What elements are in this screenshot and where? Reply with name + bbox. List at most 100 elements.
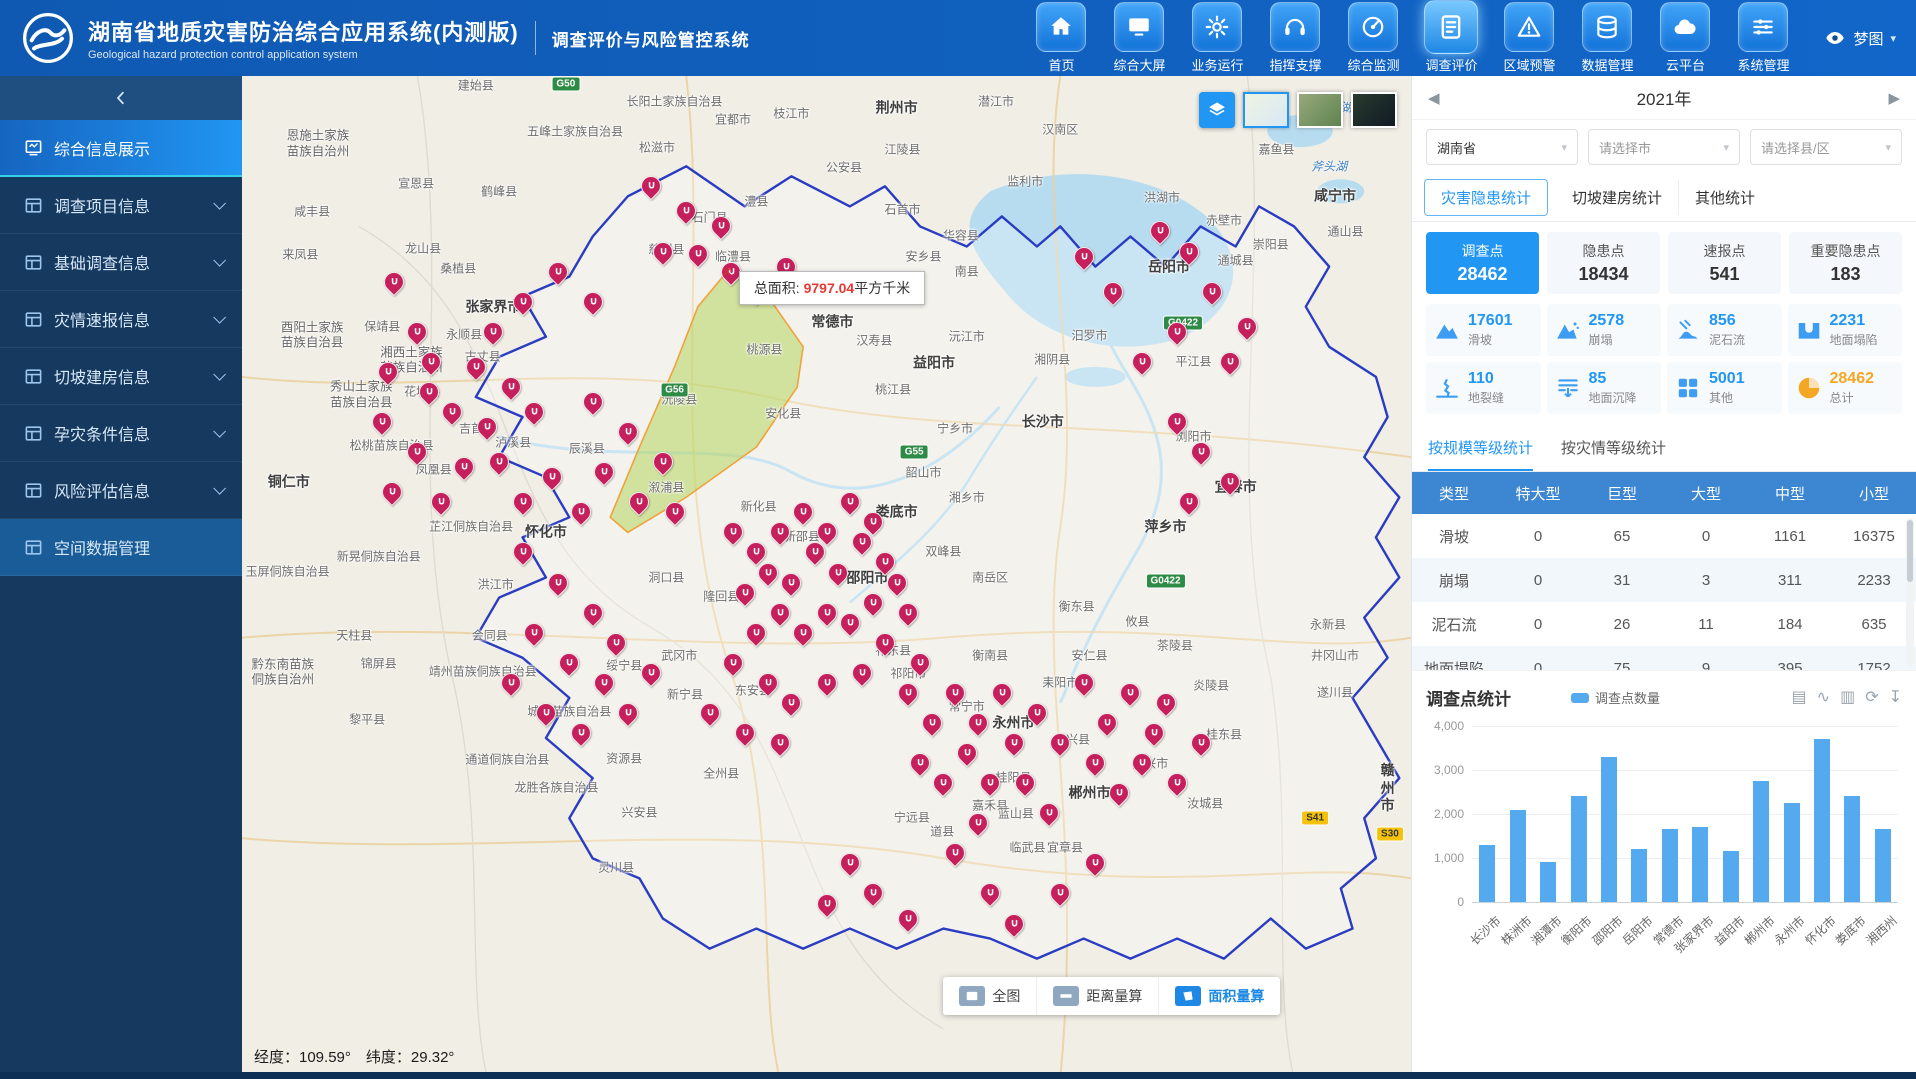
sidebar-item[interactable]: 综合信息展示 — [0, 120, 242, 177]
hazard-marker[interactable]: ∪ — [1097, 713, 1117, 733]
hazard-marker[interactable]: ∪ — [957, 743, 977, 763]
sidebar-item[interactable]: 孕灾条件信息 — [0, 405, 242, 462]
hazard-marker[interactable]: ∪ — [711, 216, 731, 236]
data-view-icon[interactable]: ▤ — [1792, 690, 1807, 706]
nav-home[interactable]: 首页 — [1026, 2, 1096, 74]
hazard-marker[interactable]: ∪ — [781, 693, 801, 713]
hazard-marker[interactable]: ∪ — [805, 542, 825, 562]
hazard-marker[interactable]: ∪ — [770, 733, 790, 753]
hazard-marker[interactable]: ∪ — [594, 673, 614, 693]
hazard-marker[interactable]: ∪ — [910, 753, 930, 773]
sidebar-item[interactable]: 切坡建房信息 — [0, 348, 242, 405]
hazard-marker[interactable]: ∪ — [723, 653, 743, 673]
hazard-marker[interactable]: ∪ — [384, 272, 404, 292]
hazard-marker[interactable]: ∪ — [542, 467, 562, 487]
map-tool-fullmap[interactable]: 全图 — [943, 977, 1037, 1015]
hazard-marker[interactable]: ∪ — [688, 244, 708, 264]
nav-gear[interactable]: 业务运行 — [1182, 2, 1252, 74]
prev-year-button[interactable]: ◀ — [1428, 89, 1440, 107]
hazard-marker[interactable]: ∪ — [1179, 242, 1199, 262]
hazard-marker[interactable]: ∪ — [1179, 492, 1199, 512]
hazard-marker[interactable]: ∪ — [454, 457, 474, 477]
hazard-marker[interactable]: ∪ — [641, 663, 661, 683]
hazard-marker[interactable]: ∪ — [1132, 352, 1152, 372]
hazard-marker[interactable]: ∪ — [513, 542, 533, 562]
nav-database[interactable]: 数据管理 — [1572, 2, 1642, 74]
hazard-marker[interactable]: ∪ — [407, 322, 427, 342]
next-year-button[interactable]: ▶ — [1888, 89, 1900, 107]
hazard-marker[interactable]: ∪ — [571, 502, 591, 522]
nav-radar[interactable]: 综合监测 — [1338, 2, 1408, 74]
hazard-marker[interactable]: ∪ — [583, 292, 603, 312]
hazard-marker[interactable]: ∪ — [419, 382, 439, 402]
hazard-marker[interactable]: ∪ — [1109, 783, 1129, 803]
hazard-marker[interactable]: ∪ — [746, 542, 766, 562]
stat-card[interactable]: 速报点541 — [1668, 232, 1781, 294]
hazard-marker[interactable]: ∪ — [513, 292, 533, 312]
hazard-marker[interactable]: ∪ — [1027, 703, 1047, 723]
hazard-marker[interactable]: ∪ — [421, 352, 441, 372]
map-canvas[interactable]: 建始县长阳土家族自治县宜都市枝江市荆州市潜江市汉南区五峰土家族自治县松滋市公安县… — [242, 76, 1411, 1079]
hazard-marker[interactable]: ∪ — [852, 663, 872, 683]
nav-screen[interactable]: 综合大屏 — [1104, 2, 1174, 74]
hazard-marker[interactable]: ∪ — [1144, 723, 1164, 743]
hazard-marker[interactable]: ∪ — [852, 532, 872, 552]
hazard-marker[interactable]: ∪ — [968, 713, 988, 733]
hazard-marker[interactable]: ∪ — [817, 673, 837, 693]
hazard-marker[interactable]: ∪ — [1150, 221, 1170, 241]
hazard-marker[interactable]: ∪ — [898, 683, 918, 703]
hazard-marker[interactable]: ∪ — [700, 703, 720, 723]
nav-alert[interactable]: 区域预警 — [1494, 2, 1564, 74]
hazard-marker[interactable]: ∪ — [945, 683, 965, 703]
refresh-icon[interactable]: ⟳ — [1865, 690, 1878, 706]
hazard-marker[interactable]: ∪ — [1220, 472, 1240, 492]
hazard-marker[interactable]: ∪ — [793, 502, 813, 522]
hazard-marker[interactable]: ∪ — [863, 883, 883, 903]
map-tool-area[interactable]: 面积量算 — [1159, 977, 1280, 1015]
hazard-marker[interactable]: ∪ — [1120, 683, 1140, 703]
stat-card[interactable]: 调查点28462 — [1426, 232, 1539, 294]
hazard-marker[interactable]: ∪ — [1015, 773, 1035, 793]
user-menu[interactable]: 梦图 ▾ — [1824, 27, 1896, 49]
region-select-1[interactable]: 请选择市▾ — [1588, 129, 1740, 165]
hazard-marker[interactable]: ∪ — [653, 452, 673, 472]
basemap-thumb-vector[interactable] — [1243, 92, 1289, 128]
stat-tab[interactable]: 切坡建房统计 — [1556, 180, 1679, 215]
hazard-marker[interactable]: ∪ — [629, 492, 649, 512]
sidebar-item[interactable]: 空间数据管理 — [0, 519, 242, 576]
sidebar-item[interactable]: 调查项目信息 — [0, 177, 242, 234]
hazard-marker[interactable]: ∪ — [594, 462, 614, 482]
hazard-marker[interactable]: ∪ — [922, 713, 942, 733]
stat-tab[interactable]: 其他统计 — [1679, 180, 1771, 215]
hazard-marker[interactable]: ∪ — [735, 583, 755, 603]
hazard-marker[interactable]: ∪ — [980, 883, 1000, 903]
hazard-marker[interactable]: ∪ — [606, 633, 626, 653]
hazard-marker[interactable]: ∪ — [431, 492, 451, 512]
layers-button[interactable] — [1199, 92, 1235, 128]
hazard-marker[interactable]: ∪ — [442, 402, 462, 422]
level-tab[interactable]: 按规模等级统计 — [1428, 426, 1533, 471]
nav-headset[interactable]: 指挥支撑 — [1260, 2, 1330, 74]
hazard-marker[interactable]: ∪ — [524, 623, 544, 643]
hazard-marker[interactable]: ∪ — [1220, 352, 1240, 372]
nav-system[interactable]: 系统管理 — [1728, 2, 1798, 74]
stat-card[interactable]: 隐患点18434 — [1547, 232, 1660, 294]
hazard-marker[interactable]: ∪ — [770, 603, 790, 623]
hazard-marker[interactable]: ∪ — [641, 176, 661, 196]
nav-survey[interactable]: 调查评价 — [1416, 2, 1486, 74]
nav-cloud[interactable]: 云平台 — [1650, 2, 1720, 74]
hazard-marker[interactable]: ∪ — [1167, 412, 1187, 432]
hazard-marker[interactable]: ∪ — [536, 703, 556, 723]
sidebar-item[interactable]: 灾情速报信息 — [0, 291, 242, 348]
hazard-marker[interactable]: ∪ — [945, 843, 965, 863]
hazard-marker[interactable]: ∪ — [863, 593, 883, 613]
hazard-marker[interactable]: ∪ — [1085, 853, 1105, 873]
hazard-marker[interactable]: ∪ — [1004, 733, 1024, 753]
hazard-marker[interactable]: ∪ — [548, 262, 568, 282]
hazard-marker[interactable]: ∪ — [1039, 803, 1059, 823]
hazard-marker[interactable]: ∪ — [571, 723, 591, 743]
hazard-marker[interactable]: ∪ — [407, 442, 427, 462]
hazard-marker[interactable]: ∪ — [863, 512, 883, 532]
region-select-0[interactable]: 湖南省▾ — [1426, 129, 1578, 165]
hazard-marker[interactable]: ∪ — [548, 573, 568, 593]
